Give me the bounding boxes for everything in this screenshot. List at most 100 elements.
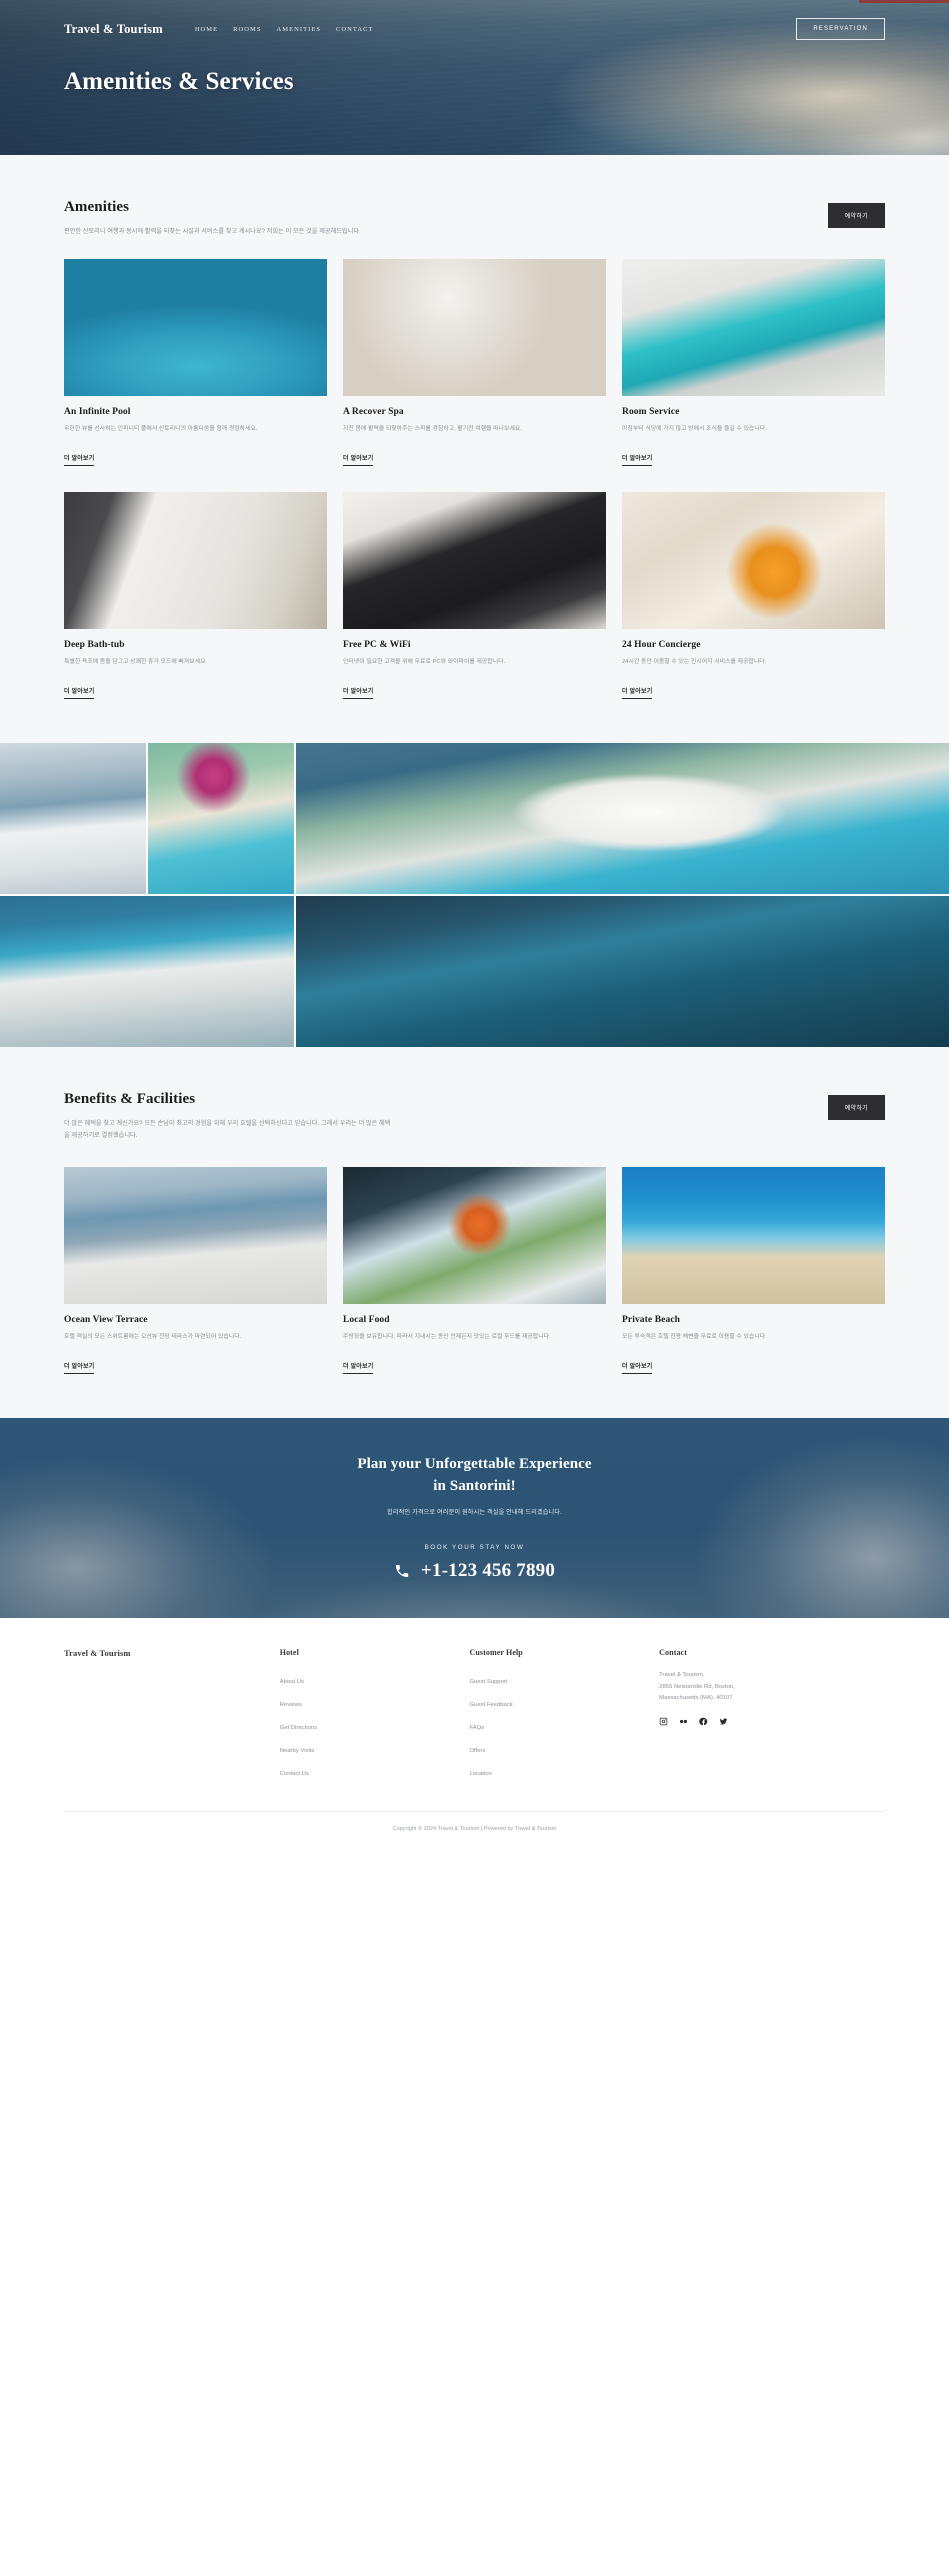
local-food-cocktail-photo [343,1167,606,1305]
laptop-desk-photo [343,492,606,630]
facebook-icon[interactable] [699,1717,708,1726]
amenities-heading-group: Amenities 편안한 산토리니 여행과 동시에 활력을 되찾는 시설과 서… [64,199,361,237]
footer-heading-customer-help: Customer Help [469,1648,523,1658]
pool-umbrella-sea-view-photo[interactable] [296,743,949,895]
amenity-more-link[interactable]: 더 알아보기 [64,686,95,700]
amenity-card: An Infinite Pool 무한한 뷰를 선사하는 인피니티 풀에서 산토… [64,259,327,467]
cta-title: Plan your Unforgettable Experience in Sa… [0,1454,949,1498]
social-links [659,1717,885,1726]
benefits-header: Benefits & Facilities 더 많은 혜택을 찾고 계신가요? … [64,1047,885,1141]
nav-link-amenities[interactable]: AMENITIES [277,23,321,36]
list-item: Get Directions [280,1716,454,1734]
address-line-2: 2855 Nelsonville Rd, Boston, [659,1683,735,1690]
amenity-more-link[interactable]: 더 알아보기 [64,453,95,467]
reservation-button[interactable]: RESERVATION [796,18,885,40]
brand-logo[interactable]: Travel & Tourism [64,22,163,37]
amenity-card-description: 아침부터 식당에 가지 않고 방에서 조식을 즐길 수 있습니다. [622,426,767,433]
nav-link-rooms[interactable]: ROOMS [233,23,261,36]
footer-links-customer-help: Guest Support Guest Feedback FAQs Offers… [469,1670,643,1780]
list-item: About Us [280,1670,454,1688]
benefit-more-link[interactable]: 더 알아보기 [64,1361,95,1375]
footer-address: Travel & Tourism, 2855 Nelsonville Rd, B… [659,1670,885,1705]
hotel-room-photo [622,259,885,397]
benefit-card-description: 모든 투숙객은 호텔 전용 해변을 무료로 이용할 수 있습니다. [622,1334,767,1341]
main-navigation: Travel & Tourism HOME ROOMS AMENITIES CO… [0,0,949,46]
santorini-white-terrace-photo[interactable] [0,743,146,895]
benefits-section: Benefits & Facilities 더 많은 혜택을 찾고 계신가요? … [0,1047,949,1419]
footer-link-nearby-visits[interactable]: Nearby Visits [280,1748,315,1754]
footer-heading-contact: Contact [659,1648,687,1658]
call-to-action-banner: Plan your Unforgettable Experience in Sa… [0,1418,949,1619]
benefits-heading-group: Benefits & Facilities 더 많은 혜택을 찾고 계신가요? … [64,1091,394,1141]
nav-links: HOME ROOMS AMENITIES CONTACT [195,23,374,36]
cta-content: Plan your Unforgettable Experience in Sa… [0,1454,949,1582]
footer-link-faqs[interactable]: FAQs [469,1725,484,1731]
benefits-reserve-button[interactable]: 예약하기 [827,1095,885,1121]
benefit-card-description: 호텔 객실의 모든 스위트룸에는 오션뷰 전망 테라스가 마련되어 있습니다. [64,1334,242,1341]
benefits-grid: Ocean View Terrace 호텔 객실의 모든 스위트룸에는 오션뷰 … [64,1141,885,1418]
address-line-1: Travel & Tourism, [659,1672,705,1679]
amenity-more-link[interactable]: 더 알아보기 [343,453,374,467]
benefit-more-link[interactable]: 더 알아보기 [622,1361,653,1375]
footer-link-about-us[interactable]: About Us [280,1679,304,1685]
amenity-more-link[interactable]: 더 알아보기 [343,686,374,700]
footer-link-location[interactable]: Location [469,1771,491,1777]
footer-link-contact-us[interactable]: Contact Us [280,1771,309,1777]
instagram-icon[interactable] [659,1717,668,1726]
benefit-card: Private Beach 모든 투숙객은 호텔 전용 해변을 무료로 이용할 … [622,1167,885,1375]
cta-label: BOOK YOUR STAY NOW [424,1543,525,1551]
cta-phone-link[interactable]: +1-123 456 7890 [0,1560,949,1582]
amenity-card-title: A Recover Spa [343,407,404,418]
footer-brand: Travel & Tourism [64,1648,131,1659]
photo-gallery [0,743,949,1048]
amenities-grid-row-1: An Infinite Pool 무한한 뷰를 선사하는 인피니티 풀에서 산토… [64,237,885,467]
twitter-icon[interactable] [719,1717,728,1726]
amenities-header: Amenities 편안한 산토리니 여행과 동시에 활력을 되찾는 시설과 서… [64,155,885,237]
copyright-text: Copyright © 2024 Travel & Tourism | Powe… [392,1826,557,1833]
amenities-grid-row-2: Deep Bath-tub 특별한 욕조에 몸을 담그고 상쾌한 휴가 모드에 … [64,466,885,743]
amenity-card-description: 지친 몸에 활력을 되찾아주는 스파를 경험하고, 활기찬 여행을 떠나보세요. [343,426,522,433]
benefit-card-title: Ocean View Terrace [64,1315,148,1326]
blue-terrace-night-photo[interactable] [296,896,949,1048]
amenity-more-link[interactable]: 더 알아보기 [622,686,653,700]
amenities-description: 편안한 산토리니 여행과 동시에 활력을 되찾는 시설과 서비스를 찾고 계시나… [64,228,361,235]
breakfast-service-photo [622,492,885,630]
amenities-reserve-button[interactable]: 예약하기 [827,203,885,228]
benefit-card-title: Local Food [343,1315,390,1326]
list-item: Nearby Visits [280,1739,454,1757]
address-line-3: Massachusetts (MA), 40107 [659,1695,733,1702]
amenity-more-link[interactable]: 더 알아보기 [622,453,653,467]
footer-links-hotel: About Us Reviews Get Directions Nearby V… [280,1670,454,1780]
cta-subtitle: 합리적인 가격으로 여러분이 원하시는 객실을 안내해 드리겠습니다. [387,1508,562,1516]
nav-link-contact[interactable]: CONTACT [336,23,374,36]
benefit-card-description: 주방장을 보유합니다. 따라서 지내시는 동안 언제든지 맛있는 로컬 푸드를 … [343,1334,551,1341]
cliffside-infinity-pool-photo[interactable] [0,896,294,1048]
amenity-card-description: 인터넷이 필요한 고객을 위해 무료로 PC와 와이파이를 제공합니다. [343,659,506,666]
benefit-card: Local Food 주방장을 보유합니다. 따라서 지내시는 동안 언제든지 … [343,1167,606,1375]
poolside-loungers-bougainvillea-photo[interactable] [148,743,294,895]
footer-link-offers[interactable]: Offers [469,1748,485,1754]
benefit-card-title: Private Beach [622,1315,681,1326]
cta-phone-number: +1-123 456 7890 [420,1559,556,1581]
footer-link-guest-feedback[interactable]: Guest Feedback [469,1702,512,1708]
list-item: Guest Feedback [469,1693,643,1711]
footer-link-get-directions[interactable]: Get Directions [280,1725,317,1731]
flickr-icon[interactable] [679,1717,688,1726]
amenity-card: Room Service 아침부터 식당에 가지 않고 방에서 조식을 즐길 수… [622,259,885,467]
amenity-card-title: 24 Hour Concierge [622,640,701,651]
benefit-more-link[interactable]: 더 알아보기 [343,1361,374,1375]
nav-link-home[interactable]: HOME [195,23,218,36]
footer-brand-column: Travel & Tourism [64,1648,264,1785]
list-item: Guest Support [469,1670,643,1688]
footer-link-guest-support[interactable]: Guest Support [469,1679,507,1685]
cta-title-line-1: Plan your Unforgettable Experience [357,1456,592,1473]
footer-column-hotel: Hotel About Us Reviews Get Directions Ne… [280,1648,454,1785]
footer-link-reviews[interactable]: Reviews [280,1702,302,1708]
list-item: Reviews [280,1693,454,1711]
list-item: Offers [469,1739,643,1757]
bathtub-photo [64,492,327,630]
site-footer: Travel & Tourism Hotel About Us Reviews … [0,1618,949,1851]
spa-treatment-photo [343,259,606,397]
cta-title-line-2: in Santorini! [433,1478,516,1495]
footer-columns: Travel & Tourism Hotel About Us Reviews … [64,1648,885,1785]
